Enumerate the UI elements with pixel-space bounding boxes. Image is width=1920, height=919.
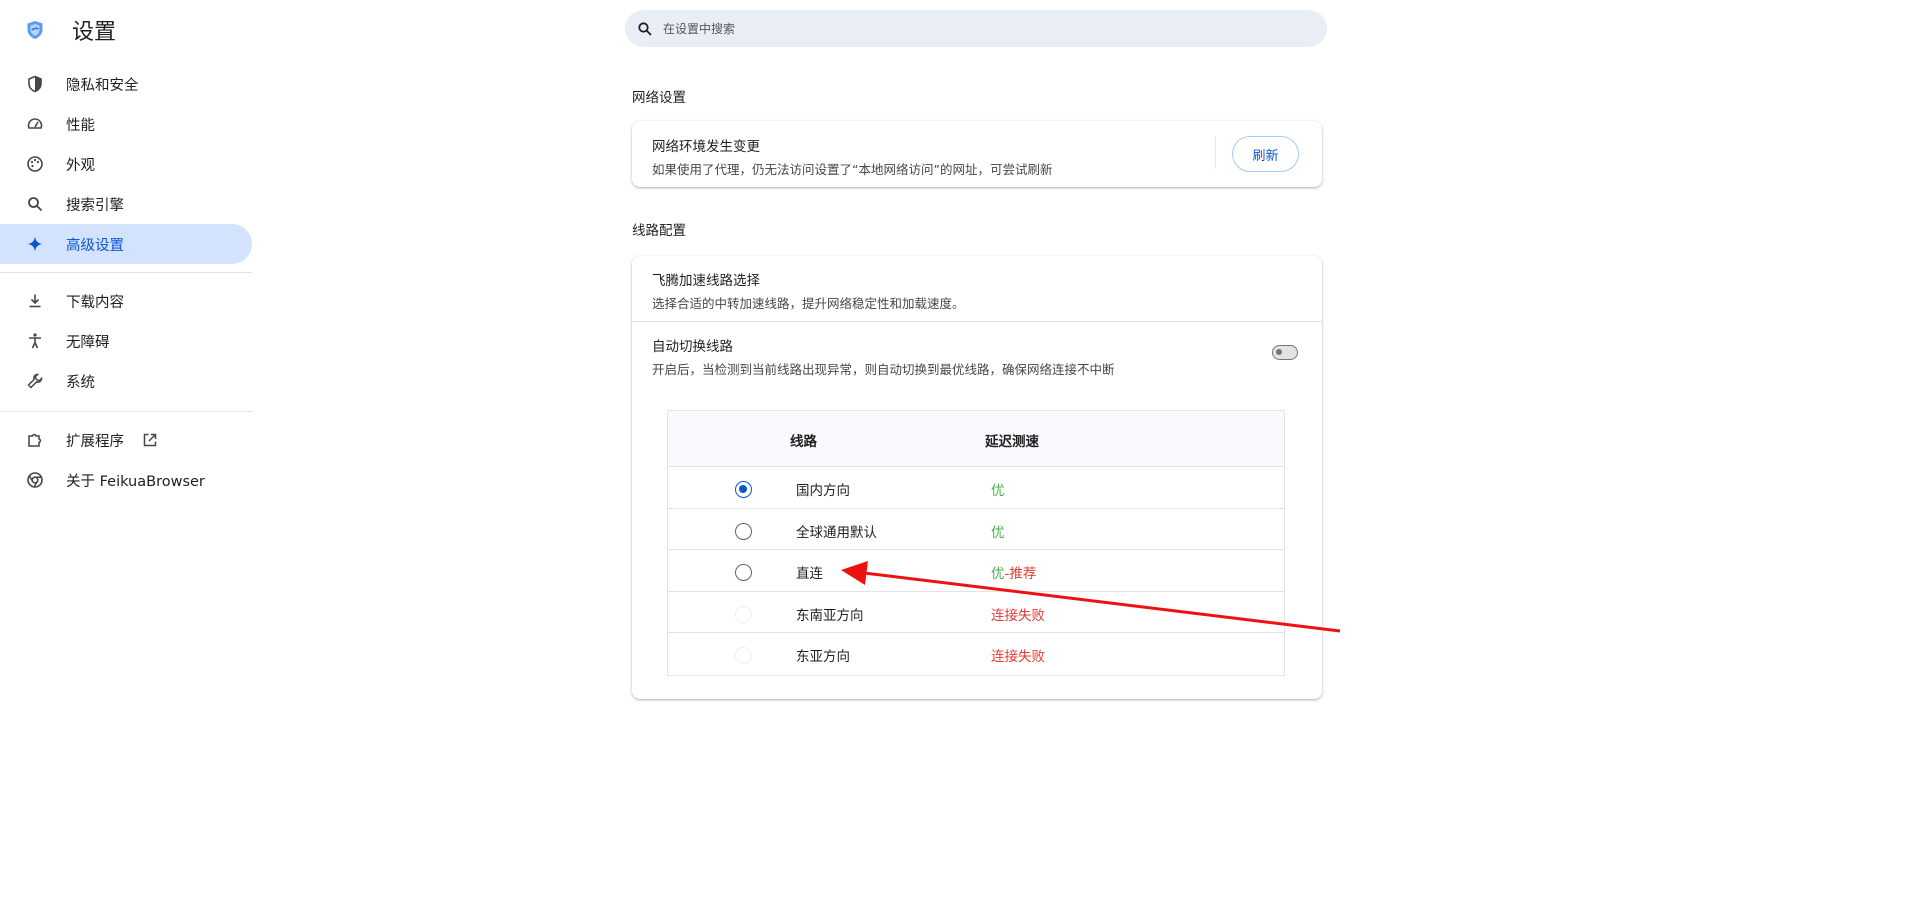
separator [632,321,1322,322]
route-latency: 连接失败 [991,607,1045,624]
auto-switch-toggle[interactable] [1272,345,1298,360]
sidebar-item-label: 下载内容 [66,294,124,311]
column-header-route: 线路 [790,434,817,450]
table-row: 东亚方向 连接失败 [668,633,1284,675]
sidebar-item-search-engine[interactable]: 搜索引擎 [0,184,252,224]
route-name: 东亚方向 [796,649,850,666]
route-select-title: 飞腾加速线路选择 [652,273,760,289]
sidebar-item-accessibility[interactable]: 无障碍 [0,321,252,361]
sidebar-item-advanced[interactable]: 高级设置 [0,224,252,264]
search-icon [26,195,44,213]
sidebar-item-label: 无障碍 [66,334,110,351]
sidebar-item-system[interactable]: 系统 [0,361,252,401]
route-table: 线路 延迟测速 国内方向 优 全球通用默认 优 直连 优-推荐 东南亚方向 连接… [667,410,1285,676]
accessibility-icon [26,332,44,350]
section-title-network: 网络设置 [632,90,686,106]
sidebar-item-label: 扩展程序 [66,433,124,450]
column-header-latency: 延迟测速 [985,434,1039,450]
browser-logo-icon [27,21,43,39]
sidebar-item-label: 性能 [66,117,95,134]
route-latency: 优-推荐 [991,562,1036,582]
wrench-icon [26,372,44,390]
section-title-routes: 线路配置 [632,223,686,239]
search-input[interactable] [661,20,1261,37]
sidebar-item-label: 外观 [66,157,95,174]
recommended-tag: -推荐 [1004,566,1037,583]
network-change-title: 网络环境发生变更 [652,139,760,155]
puzzle-icon [26,431,44,449]
toggle-knob [1276,349,1282,355]
auto-switch-subtitle: 开启后，当检测到当前线路出现异常，则自动切换到最优线路，确保网络连接不中断 [652,362,1115,377]
speedometer-icon [26,115,44,133]
palette-icon [26,155,44,173]
sidebar-item-privacy[interactable]: 隐私和安全 [0,64,252,104]
sidebar-item-performance[interactable]: 性能 [0,104,252,144]
sidebar-divider [0,411,252,412]
route-latency: 优 [991,524,1005,541]
network-change-subtitle: 如果使用了代理，仍无法访问设置了“本地网络访问”的网址，可尝试刷新 [652,162,1053,177]
route-latency: 连接失败 [991,649,1045,666]
route-radio [735,647,752,665]
table-header: 线路 延迟测速 [668,411,1284,467]
external-link-icon [142,432,158,448]
sidebar-item-downloads[interactable]: 下载内容 [0,281,252,321]
refresh-button[interactable]: 刷新 [1232,136,1299,172]
route-name: 直连 [796,566,823,583]
sidebar-item-about[interactable]: 关于 FeikuaBrowser [0,460,252,500]
route-name: 东南亚方向 [796,607,864,624]
network-card: 网络环境发生变更 如果使用了代理，仍无法访问设置了“本地网络访问”的网址，可尝试… [632,121,1322,187]
sidebar-item-label: 高级设置 [66,237,124,254]
search-icon [638,21,652,36]
sidebar-item-label: 隐私和安全 [66,77,139,94]
route-select-header: 飞腾加速线路选择 选择合适的中转加速线路，提升网络稳定性和加载速度。 [652,269,965,312]
auto-switch-row: 自动切换线路 开启后，当检测到当前线路出现异常，则自动切换到最优线路，确保网络连… [652,335,1115,378]
brand: 设置 [26,14,116,46]
route-radio [735,605,752,623]
route-radio[interactable] [735,481,752,498]
sidebar-item-label: 关于 FeikuaBrowser [66,473,205,490]
route-name: 全球通用默认 [796,524,877,541]
route-name: 国内方向 [796,483,850,499]
route-latency: 优 [991,483,1005,499]
sidebar-item-extensions[interactable]: 扩展程序 [0,420,252,460]
browser-logo-icon [26,471,44,489]
sidebar-item-appearance[interactable]: 外观 [0,144,252,184]
latency-value: 优 [991,566,1005,583]
route-select-subtitle: 选择合适的中转加速线路，提升网络稳定性和加载速度。 [652,296,965,311]
settings-search[interactable] [625,10,1327,47]
sidebar-item-label: 系统 [66,374,95,391]
table-row[interactable]: 全球通用默认 优 [668,509,1284,551]
shield-icon [26,75,44,93]
download-icon [26,292,44,310]
route-radio[interactable] [735,522,752,540]
route-radio[interactable] [735,564,752,582]
table-row[interactable]: 国内方向 优 [668,467,1284,509]
table-row[interactable]: 直连 优-推荐 [668,550,1284,592]
separator [1215,137,1216,169]
page-title: 设置 [72,20,117,45]
sidebar-divider [0,272,252,273]
sparkle-icon [26,235,44,253]
routes-card: 飞腾加速线路选择 选择合适的中转加速线路，提升网络稳定性和加载速度。 自动切换线… [632,256,1322,699]
table-row: 东南亚方向 连接失败 [668,592,1284,634]
sidebar: 设置 隐私和安全 性能 外观 搜索引擎 高级设置 下载内容 无障碍 系统 扩展程… [0,0,255,919]
auto-switch-title: 自动切换线路 [652,339,733,355]
sidebar-item-label: 搜索引擎 [66,197,124,214]
